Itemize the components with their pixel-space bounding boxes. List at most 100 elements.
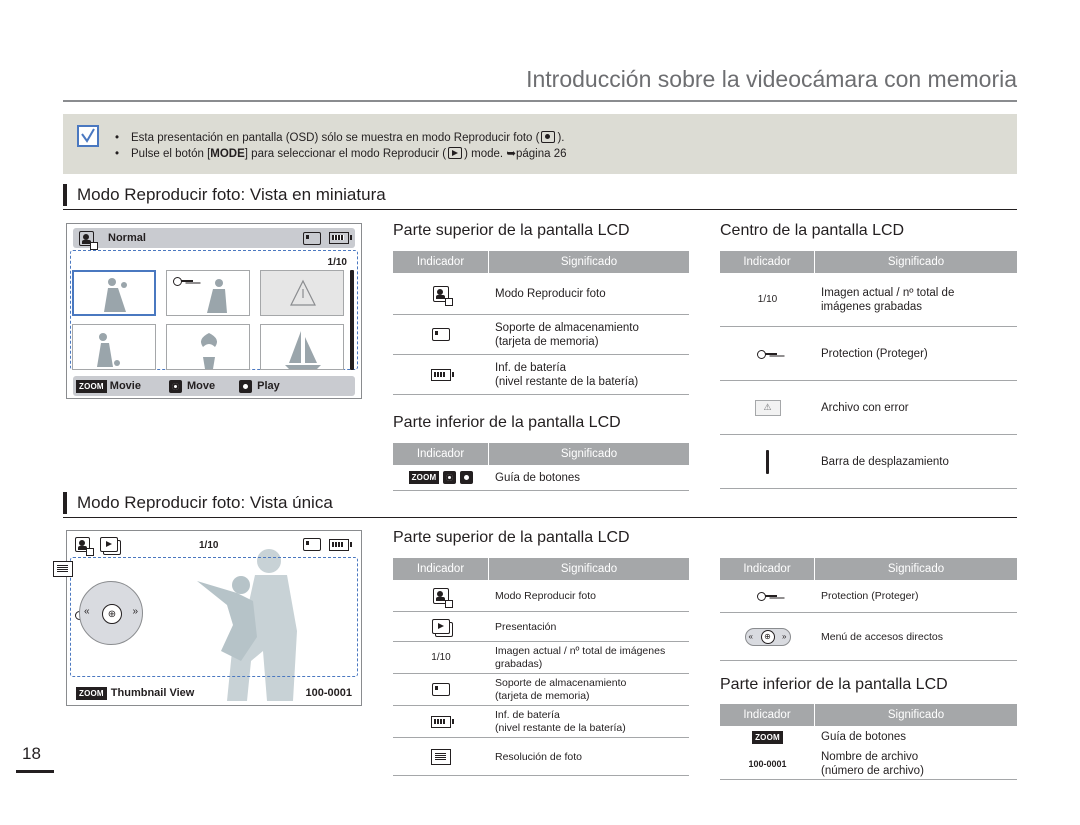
row-text: Modo Reproducir foto: [495, 287, 606, 300]
photo-play-icon: [79, 230, 98, 250]
row-subtext: (nivel restante de la batería): [495, 721, 626, 734]
row-text: Resolución de foto: [495, 750, 582, 763]
row-text: Imagen actual / nº total de: [821, 286, 955, 299]
note-box: • Esta presentación en pantalla (OSD) sól…: [63, 114, 1017, 174]
joystick-move-icon: [168, 379, 182, 393]
title-rule: [63, 100, 1017, 102]
row-text: Inf. de batería: [495, 361, 566, 374]
table-row: Modo Reproducir foto: [393, 580, 689, 612]
header-meaning: Significado: [560, 256, 618, 268]
lcd-bottom-bar: ZOOM Thumbnail View 100-0001: [73, 683, 355, 703]
thumbnail-selected[interactable]: [72, 270, 156, 316]
table-header: Indicador Significado: [393, 443, 689, 465]
table-row: ZOOM Guía de botones: [393, 465, 689, 491]
heading-thumb-bottom: Parte inferior de la pantalla LCD: [393, 414, 621, 431]
note-line1-end: ).: [557, 132, 565, 144]
note-line2-b: ] para seleccionar el modo Reproducir (: [244, 148, 447, 160]
heading-thumb-top: Parte superior de la pantalla LCD: [393, 222, 630, 239]
heading-single-top: Parte superior de la pantalla LCD: [393, 529, 630, 546]
thumbnail-protected[interactable]: [166, 270, 250, 316]
photo-mode-icon: [541, 131, 556, 143]
row-text: Nombre de archivo: [821, 750, 919, 763]
joystick-move-icon: [443, 471, 457, 484]
table-header: Indicador Significado: [393, 558, 689, 580]
note-line2-c: ) mode.: [464, 148, 507, 160]
header-meaning: Significado: [560, 448, 618, 460]
memory-card-icon: [303, 538, 321, 551]
battery-icon: [431, 715, 454, 728]
forward-icon[interactable]: »: [132, 606, 138, 617]
lcd-top-right: [303, 538, 352, 551]
table-thumb-top: Indicador Significado Modo Reproducir fo…: [393, 251, 689, 395]
thumbnail-6[interactable]: [260, 324, 344, 370]
page-reference-link[interactable]: página 26: [516, 148, 567, 160]
header-indicator: Indicador: [393, 558, 489, 580]
photo-play-icon: [75, 537, 94, 556]
table-row: Inf. de batería (nivel restante de la bat…: [393, 706, 689, 738]
table-thumb-bottom: Indicador Significado ZOOM Guía de boton…: [393, 443, 689, 491]
page-number: 18: [22, 744, 41, 763]
row-text: Imagen actual / nº total de imágenes: [495, 644, 666, 657]
table-single-top: Indicador Significado Modo Reproducir fo…: [393, 558, 689, 776]
file-number-indicator: 100-0001: [748, 758, 787, 769]
lcd-scrollbar[interactable]: [350, 270, 354, 370]
table-single-bottom: Indicador Significado ZOOM Guía de boton…: [720, 704, 1017, 780]
table-header: Indicador Significado: [720, 704, 1017, 726]
row-subtext: (número de archivo): [821, 764, 924, 777]
photo-play-icon: [433, 285, 453, 306]
header-meaning: Significado: [887, 256, 945, 268]
note-text: • Esta presentación en pantalla (OSD) sól…: [115, 130, 567, 162]
counter-indicator: 1/10: [757, 294, 778, 305]
row-text: Inf. de batería: [495, 708, 560, 721]
table-row: Barra de desplazamiento: [720, 435, 1017, 489]
table-thumb-center: Indicador Significado 1/10 Imagen actual…: [720, 251, 1017, 489]
section-rule: [63, 517, 1017, 518]
checkmark-note-icon: [77, 125, 99, 147]
row-text: Presentación: [495, 620, 557, 633]
play-mode-icon: [448, 147, 463, 159]
row-text: Protection (Proteger): [821, 347, 928, 360]
lcd-top-bar: Normal: [73, 228, 355, 250]
note-line-2: • Pulse el botón [MODE] para seleccionar …: [115, 147, 567, 160]
shortcut-dial[interactable]: ⊕ « »: [79, 581, 143, 645]
table-row: Presentación: [393, 612, 689, 642]
section-rule: [63, 209, 1017, 210]
row-text: Archivo con error: [821, 401, 909, 414]
row-text: Menú de accesos directos: [821, 630, 943, 643]
thumbnail-5[interactable]: [166, 324, 250, 370]
header-indicator: Indicador: [393, 251, 489, 273]
header-indicator: Indicador: [720, 251, 815, 273]
row-text: Guía de botones: [495, 471, 581, 484]
header-indicator: Indicador: [393, 443, 489, 465]
table-header: Indicador Significado: [720, 558, 1017, 580]
thumbnail-error[interactable]: [260, 270, 344, 316]
row-text: Soporte de almacenamiento: [495, 321, 639, 334]
row-subtext: grabadas): [495, 657, 543, 670]
magnify-icon[interactable]: ⊕: [102, 604, 122, 624]
row-text: Soporte de almacenamiento: [495, 676, 627, 689]
page-ref-arrow-icon: ➥: [506, 148, 516, 160]
table-header: Indicador Significado: [720, 251, 1017, 273]
scroll-bar-icon: [766, 449, 769, 474]
lcd-thumbnail-view-label: Thumbnail View: [110, 687, 195, 699]
memory-card-icon: [432, 683, 450, 696]
battery-icon: [329, 232, 352, 244]
key-protect-icon: [756, 592, 779, 601]
row-subtext: (nivel restante de la batería): [495, 375, 639, 388]
table-single-right: Indicador Significado Protection (Proteg…: [720, 558, 1017, 661]
table-row: Soporte de almacenamiento (tarjeta de mem…: [393, 315, 689, 355]
lcd-counter: 1/10: [199, 540, 219, 551]
section-heading-thumbnail: Modo Reproducir foto: Vista en miniatura: [63, 184, 386, 206]
ok-play-icon: [460, 471, 474, 484]
resolution-icon: [53, 561, 73, 577]
photo-play-icon: [433, 587, 453, 608]
header-meaning: Significado: [887, 563, 945, 575]
row-subtext: imágenes grabadas: [821, 300, 923, 313]
slideshow-icon: [100, 537, 118, 552]
rewind-icon[interactable]: «: [84, 606, 90, 617]
heading-thumb-center: Centro de la pantalla LCD: [720, 222, 905, 239]
thumbnail-4[interactable]: [72, 324, 156, 370]
note-line1-text: Esta presentación en pantalla (OSD) sólo…: [131, 132, 540, 144]
row-subtext: (tarjeta de memoria): [495, 335, 599, 348]
lcd-single-screen: 1/10 ⊕ « » ZOOM Thumbnail View 100-0001: [53, 530, 362, 706]
